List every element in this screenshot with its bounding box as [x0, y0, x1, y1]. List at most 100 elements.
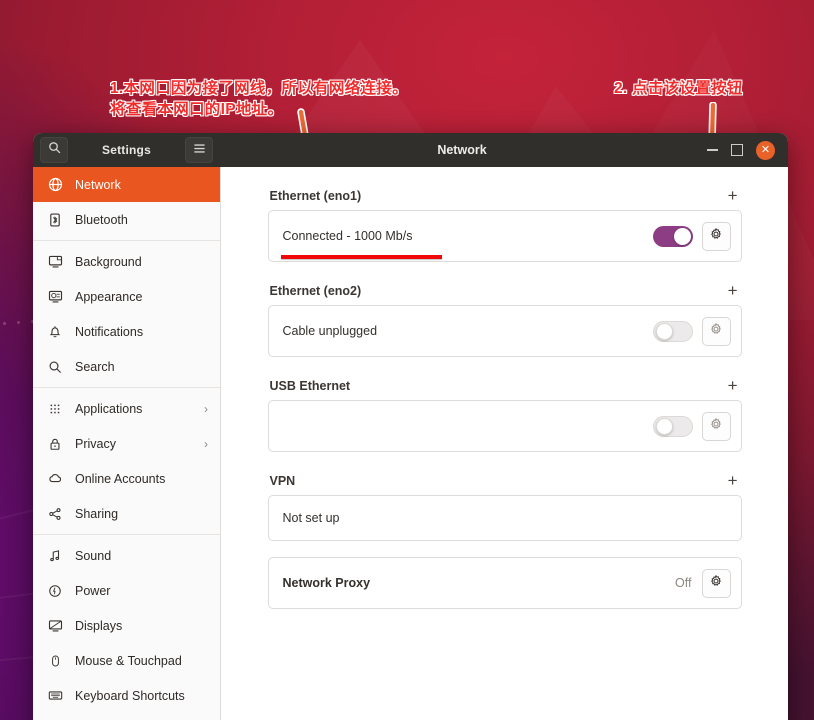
search-button[interactable]: [40, 137, 68, 163]
sidebar-item-label: Online Accounts: [75, 471, 166, 486]
sidebar-item-label: Appearance: [75, 289, 143, 304]
keyboard-icon: [47, 688, 63, 704]
power-icon: [47, 583, 63, 599]
window-titlebar: Settings Network ✕: [33, 133, 788, 167]
section-title: Ethernet (eno2): [269, 284, 362, 298]
lock-icon: [47, 436, 63, 452]
network-proxy-row: Network Proxy Off: [267, 557, 742, 609]
wallpaper-dot: [3, 322, 6, 325]
grid-icon: [47, 401, 63, 417]
globe-icon: [47, 177, 63, 193]
connection-settings-button[interactable]: [701, 411, 731, 441]
sidebar-item-privacy[interactable]: Privacy ›: [33, 426, 220, 461]
sidebar-item-label: Mouse & Touchpad: [75, 653, 182, 668]
section-title: Ethernet (eno1): [269, 189, 362, 203]
monitor-icon: [47, 254, 63, 270]
sidebar-item-search[interactable]: Search: [33, 349, 220, 384]
sidebar-item-online-accounts[interactable]: Online Accounts: [33, 461, 220, 496]
chevron-right-icon: ›: [204, 401, 208, 416]
cloud-icon: [47, 471, 63, 487]
annotation-note-2: 2. 点击该设置按钮: [614, 80, 743, 97]
sidebar-item-label: Displays: [75, 618, 123, 633]
section-ethernet-eno2: Ethernet (eno2) + Cable unplugged: [267, 282, 742, 357]
minimize-button[interactable]: [707, 149, 718, 151]
section-header: VPN +: [268, 472, 742, 489]
section-header: USB Ethernet +: [268, 377, 742, 394]
section-header: Ethernet (eno2) +: [268, 282, 742, 299]
connection-settings-button[interactable]: [701, 316, 731, 346]
maximize-button[interactable]: [731, 144, 743, 156]
connection-row: Connected - 1000 Mb/s: [267, 210, 742, 262]
sidebar-item-label: Network: [75, 177, 121, 192]
vpn-row[interactable]: Not set up: [267, 495, 742, 541]
wallpaper-dot: [17, 321, 20, 324]
sidebar-item-power[interactable]: Power: [33, 573, 220, 608]
gear-icon: [709, 574, 723, 593]
network-settings-panel: Ethernet (eno1) + Connected - 1000 Mb/s: [221, 167, 788, 720]
sidebar-item-sharing[interactable]: Sharing: [33, 496, 220, 531]
gear-icon: [709, 417, 723, 436]
search-icon: [47, 359, 63, 375]
toggle-knob: [655, 322, 673, 340]
sidebar-item-background[interactable]: Background: [33, 244, 220, 279]
section-vpn: VPN + Not set up: [267, 472, 742, 541]
desktop-background: 1.本网口因为接了网线，所以有网络连接。 将查看本网口的IP地址。 2. 点击该…: [0, 0, 814, 720]
appearance-icon: [47, 289, 63, 305]
music-note-icon: [47, 548, 63, 564]
sidebar-item-label: Background: [75, 254, 142, 269]
sidebar-item-label: Sound: [75, 548, 112, 563]
add-connection-button[interactable]: +: [726, 187, 740, 204]
sidebar-item-printers[interactable]: Printers: [33, 713, 220, 720]
displays-icon: [47, 618, 63, 634]
page-title: Network: [437, 143, 487, 157]
window-body: Network Bluetooth Background Appearance …: [33, 167, 788, 720]
share-icon: [47, 506, 63, 522]
section-ethernet-eno1: Ethernet (eno1) + Connected - 1000 Mb/s: [267, 187, 742, 262]
bluetooth-icon: [47, 212, 63, 228]
network-proxy-settings-button[interactable]: [701, 568, 731, 598]
sidebar-item-label: Search: [75, 359, 115, 374]
toggle-knob: [673, 227, 691, 245]
annotation-note-1-line-2: 将查看本网口的IP地址。: [110, 101, 284, 118]
close-button[interactable]: ✕: [756, 140, 775, 160]
connection-settings-button[interactable]: [701, 221, 731, 251]
sidebar-item-label: Privacy: [75, 436, 116, 451]
add-vpn-button[interactable]: +: [726, 472, 740, 489]
window-controls: ✕: [707, 140, 788, 160]
sidebar-item-label: Bluetooth: [75, 212, 128, 227]
sidebar-item-notifications[interactable]: Notifications: [33, 314, 220, 349]
add-connection-button[interactable]: +: [726, 282, 740, 299]
section-header: Ethernet (eno1) +: [268, 187, 742, 204]
sidebar-item-label: Sharing: [75, 506, 119, 521]
section-usb-ethernet: USB Ethernet +: [267, 377, 742, 452]
section-title: USB Ethernet: [269, 379, 351, 393]
search-icon: [48, 141, 61, 159]
connection-toggle[interactable]: [652, 225, 693, 247]
network-proxy-label: Network Proxy: [282, 576, 371, 590]
gear-icon: [709, 322, 723, 341]
sidebar-item-label: Power: [75, 583, 111, 598]
sidebar-item-label: Notifications: [75, 324, 144, 339]
sidebar-divider: [33, 534, 220, 535]
annotation-note-1: 1.本网口因为接了网线，所以有网络连接。 将查看本网口的IP地址。: [110, 78, 408, 120]
close-icon: ✕: [760, 143, 771, 156]
section-title: VPN: [269, 474, 296, 488]
sidebar-divider: [33, 240, 220, 241]
network-proxy-value: Off: [675, 576, 692, 590]
add-connection-button[interactable]: +: [726, 377, 740, 394]
sidebar-item-mouse-touchpad[interactable]: Mouse & Touchpad: [33, 643, 220, 678]
sidebar-item-network[interactable]: Network: [33, 167, 220, 202]
connection-toggle[interactable]: [652, 415, 693, 437]
sidebar-item-applications[interactable]: Applications ›: [33, 391, 220, 426]
sidebar-item-bluetooth[interactable]: Bluetooth: [33, 202, 220, 237]
sidebar-item-sound[interactable]: Sound: [33, 538, 220, 573]
sidebar-item-keyboard-shortcuts[interactable]: Keyboard Shortcuts: [33, 678, 220, 713]
connection-toggle[interactable]: [652, 320, 693, 342]
annotation-note-1-line-1: 1.本网口因为接了网线，所以有网络连接。: [110, 80, 408, 97]
sidebar-item-appearance[interactable]: Appearance: [33, 279, 220, 314]
connection-status: Connected - 1000 Mb/s: [282, 229, 413, 243]
connection-row: [267, 400, 742, 452]
sidebar-item-displays[interactable]: Displays: [33, 608, 220, 643]
sidebar-item-label: Keyboard Shortcuts: [75, 688, 185, 703]
chevron-right-icon: ›: [204, 436, 208, 451]
